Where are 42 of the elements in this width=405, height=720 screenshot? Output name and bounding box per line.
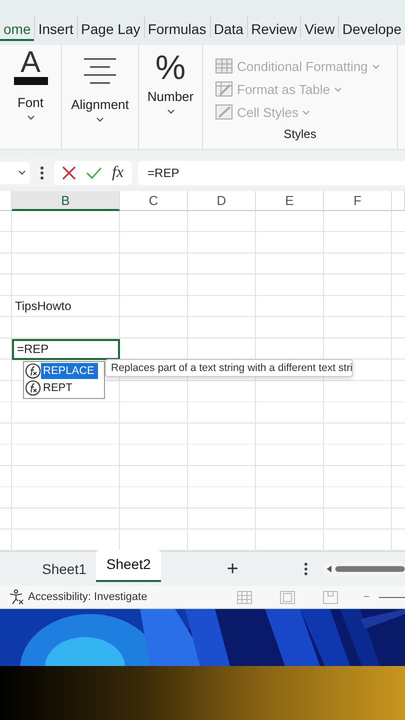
ribbon-tab[interactable]: Formulas xyxy=(144,16,210,41)
grid-icon xyxy=(215,58,233,74)
checkmark-icon[interactable] xyxy=(86,166,102,180)
cancel-icon[interactable] xyxy=(62,166,76,180)
ribbon-tab[interactable]: Insert xyxy=(34,16,77,41)
chevron-icon xyxy=(334,86,342,92)
scrollbar[interactable] xyxy=(322,562,405,576)
list-item[interactable]: REPT xyxy=(41,380,76,396)
page-break-icon[interactable] xyxy=(323,590,338,604)
formula-input[interactable]: =REP xyxy=(138,160,405,184)
table-brush-icon xyxy=(215,81,233,97)
column-header[interactable]: B xyxy=(12,191,120,211)
add-sheet-button[interactable]: + xyxy=(226,558,238,580)
ribbon-tab[interactable]: Review xyxy=(248,16,300,41)
ribbon-tab[interactable]: View xyxy=(301,16,338,41)
sheet-tab[interactable]: Sheet2 xyxy=(96,550,161,582)
chevron-icon xyxy=(166,109,174,114)
ribbon-button[interactable]: Alignment xyxy=(71,45,129,149)
grid-icon[interactable] xyxy=(237,590,252,604)
ribbon-tab[interactable]: Page Lay xyxy=(78,16,144,41)
table-cell-text: TipsHowto xyxy=(14,298,72,315)
chevron-icon xyxy=(372,64,380,68)
chevron-icon xyxy=(26,115,34,120)
page-icon[interactable] xyxy=(280,590,296,604)
sheet-tab[interactable]: Sheet1 xyxy=(32,555,96,583)
chevron-icon xyxy=(302,110,310,114)
ribbon-button[interactable]: A Font xyxy=(14,45,48,149)
more-icon[interactable] xyxy=(40,166,44,180)
chevron-icon xyxy=(96,117,104,122)
group-label: Styles xyxy=(284,127,318,141)
accessibility-icon[interactable] xyxy=(8,589,24,605)
more-icon[interactable] xyxy=(304,562,308,576)
list-item[interactable]: REPLACE xyxy=(41,363,98,379)
tooltip: Replaces part of a text string with a different text stri xyxy=(105,358,354,376)
chevron-icon xyxy=(18,170,26,175)
insert-function-button[interactable]: fx xyxy=(112,164,124,182)
ribbon-button[interactable]: % Number xyxy=(147,45,194,149)
status-text[interactable]: Accessibility: Investigate xyxy=(28,591,148,603)
percent-icon: % xyxy=(155,49,186,87)
ribbon-tab[interactable]: Data xyxy=(210,16,247,41)
ribbon-tab[interactable]: Develope xyxy=(338,16,405,41)
table-brush-icon xyxy=(215,104,233,120)
